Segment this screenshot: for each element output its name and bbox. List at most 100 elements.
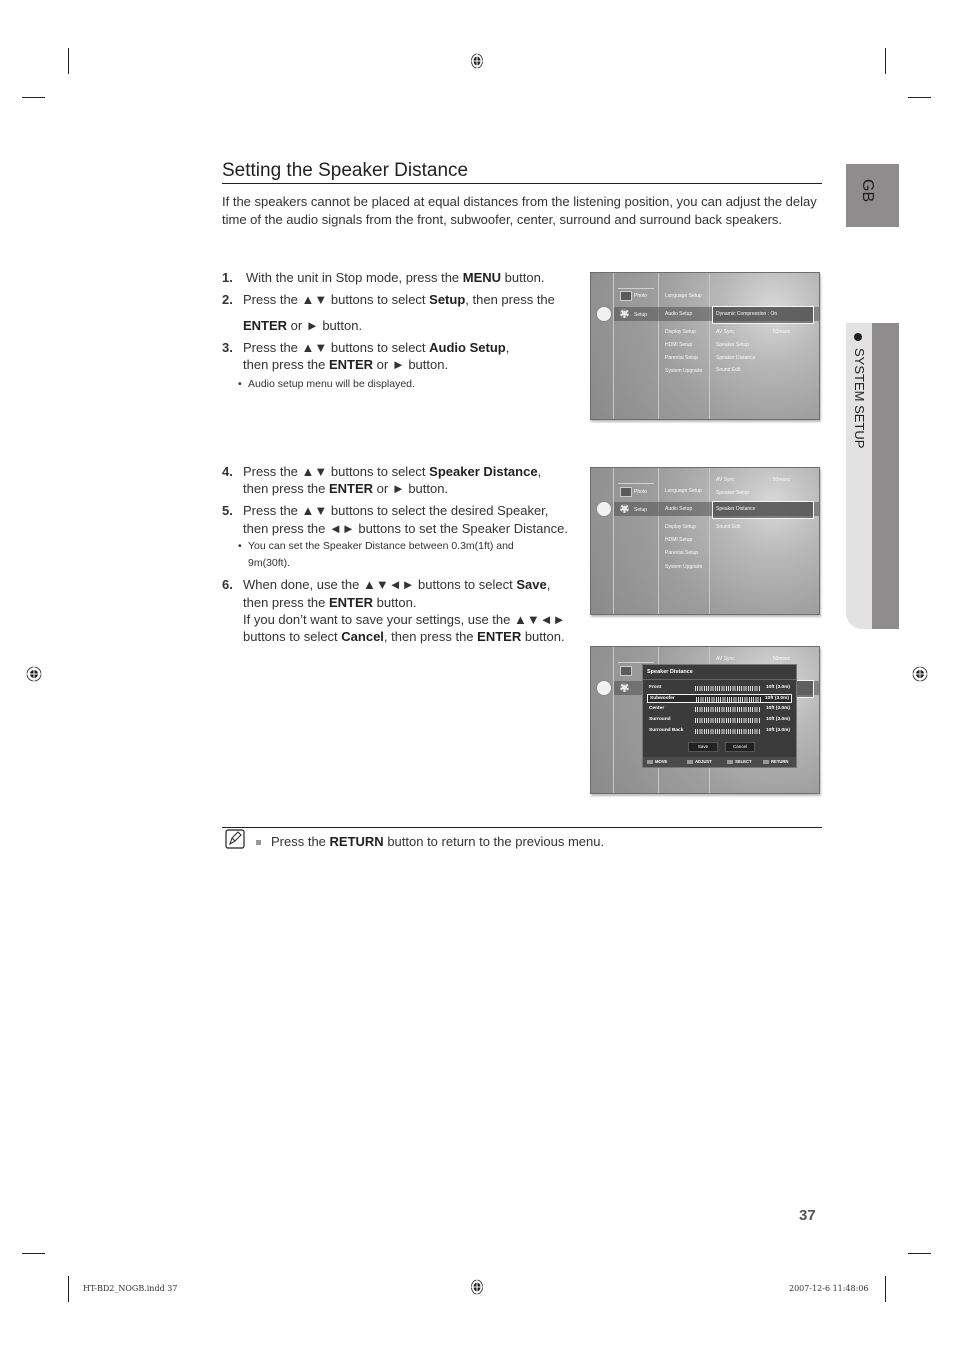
- speaker-label: Surround: [649, 717, 671, 722]
- step-text-line2: then press the ENTER button.: [243, 595, 417, 610]
- speaker-row-subwoofer[interactable]: Subwoofer 10ft (3.0m): [647, 694, 792, 703]
- menu-item-speaker-distance: Speaker Distance: [716, 355, 756, 361]
- setup-gear-icon: [620, 309, 629, 318]
- distance-value: 10ft (3.0m): [766, 728, 790, 733]
- step-text-line2: then press the ◄► buttons to set the Spe…: [243, 521, 568, 536]
- registration-mark-icon: [912, 666, 928, 682]
- menu-item-speaker-distance: Speaker Distance: [716, 506, 756, 512]
- disc-logo-icon: [596, 501, 612, 517]
- menu-item-hdmi-setup: HDMI Setup: [665, 342, 693, 348]
- step-number: 2.: [222, 292, 233, 307]
- menu-item-dynamic-compression: Dynamic Compression : On: [716, 311, 778, 317]
- step-3-bullet: • Audio setup menu will be displayed.: [238, 378, 415, 390]
- distance-value: 10ft (3.0m): [766, 717, 790, 722]
- dialog-footer: MOVE ADJUST SELECT RETURN: [643, 757, 796, 767]
- note-text: Press the RETURN button to return to the…: [256, 834, 604, 849]
- crop-mark: [22, 97, 45, 98]
- photo-icon: [620, 487, 632, 497]
- screenshot-audio-setup: Photo Setup Language Setup Audio Setup D…: [590, 272, 820, 420]
- photo-icon: [620, 291, 632, 301]
- step-text: Press the ▲▼ buttons to select Audio Set…: [243, 340, 510, 355]
- section-tab: SYSTEM SETUP: [846, 323, 899, 629]
- distance-slider[interactable]: [695, 707, 760, 712]
- distance-slider[interactable]: [695, 686, 760, 691]
- speaker-row-surround-back[interactable]: Surround Back 10ft (3.0m): [647, 727, 792, 736]
- note-bullet-icon: [256, 840, 261, 846]
- move-key-icon: [647, 759, 653, 764]
- menu-item-speaker-setup: Speaker Setup: [716, 342, 750, 348]
- dialog-title: Speaker Distance: [647, 669, 693, 675]
- section-tab-label: SYSTEM SETUP: [852, 333, 867, 448]
- av-sync-value: : 50msec: [770, 477, 791, 483]
- step-text: Press the ▲▼ buttons to select the desir…: [243, 503, 549, 518]
- distance-slider[interactable]: [695, 718, 760, 723]
- bullet-icon: [854, 333, 863, 341]
- disc-logo-icon: [596, 306, 612, 322]
- distance-slider[interactable]: [695, 729, 760, 734]
- step-text-line4: buttons to select Cancel, then press the…: [243, 629, 565, 644]
- speaker-row-front[interactable]: Front 10ft (3.0m): [647, 684, 792, 693]
- menu-item-audio-setup: Audio Setup: [665, 311, 693, 317]
- menu-item-language-setup: Language Setup: [665, 488, 702, 494]
- note-pencil-icon: [225, 829, 245, 849]
- crop-mark: [908, 97, 931, 98]
- distance-value: 10ft (3.0m): [765, 696, 789, 701]
- photo-icon: [620, 666, 632, 676]
- menu-item-sound-edit: Sound Edit: [716, 367, 741, 373]
- save-button[interactable]: Save: [688, 742, 718, 752]
- distance-slider[interactable]: [696, 697, 761, 702]
- distance-value: 10ft (3.0m): [766, 706, 790, 711]
- menu-item-parental-setup: Parental Setup: [665, 355, 699, 361]
- page-number: 37: [799, 1207, 816, 1224]
- menu-item-language-setup: Language Setup: [665, 293, 702, 299]
- menu-item-speaker-setup: Speaker Setup: [716, 490, 750, 496]
- column: [591, 468, 614, 614]
- step-number: 1.: [222, 270, 233, 285]
- menu-item-display-setup: Display Setup: [665, 524, 696, 530]
- step-text-line3: If you don’t want to save your settings,…: [243, 612, 566, 627]
- language-tab: GB: [846, 164, 899, 227]
- crop-mark: [885, 48, 886, 74]
- footer-hint-select: SELECT: [735, 759, 752, 764]
- slug-datetime: 2007-12-6 11:48:06: [789, 1284, 869, 1293]
- menu-item-av-sync: AV Sync: [716, 477, 735, 483]
- footer-hint-move: MOVE: [655, 759, 668, 764]
- menu-item-audio-setup: Audio Setup: [665, 506, 693, 512]
- speaker-row-surround[interactable]: Surround 10ft (3.0m): [647, 716, 792, 725]
- step-text-line2: then press the ENTER or ► button.: [243, 481, 449, 496]
- crop-mark: [885, 1276, 886, 1302]
- step-text: With the unit in Stop mode, press the ME…: [246, 270, 545, 285]
- screenshot-speaker-distance-menu: Photo Setup Language Setup Audio Setup D…: [590, 467, 820, 615]
- step-5-bullet: • You can set the Speaker Distance betwee…: [238, 540, 514, 569]
- menu-item-system-upgrade: System Upgrade: [665, 564, 703, 570]
- distance-value: 10ft (3.0m): [766, 685, 790, 690]
- column: [591, 647, 614, 793]
- intro-paragraph: If the speakers cannot be placed at equa…: [222, 194, 817, 227]
- speaker-distance-dialog: Speaker Distance Front 10ft (3.0m) Subwo…: [642, 664, 797, 768]
- speaker-row-center[interactable]: Center 10ft (3.0m): [647, 705, 792, 714]
- disc-logo-icon: [596, 680, 612, 696]
- note-divider: [222, 827, 822, 828]
- speaker-label: Center: [649, 706, 665, 711]
- step-text-line2: then press the ENTER or ► button.: [243, 357, 449, 372]
- crop-mark: [908, 1253, 931, 1254]
- title-divider: [222, 183, 822, 184]
- registration-mark-icon: [470, 53, 484, 69]
- footer-hint-adjust: ADJUST: [695, 759, 712, 764]
- adjust-key-icon: [687, 759, 693, 764]
- select-key-icon: [727, 759, 733, 764]
- return-key-icon: [763, 759, 769, 764]
- speaker-label: Subwoofer: [650, 696, 675, 701]
- step-text: Press the ▲▼ buttons to select Setup, th…: [243, 292, 555, 307]
- bullet-text: You can set the Speaker Distance between…: [248, 540, 514, 569]
- step-text-continued: ENTER or ► button.: [243, 318, 363, 333]
- crop-mark: [22, 1253, 45, 1254]
- step-number: 5.: [222, 503, 233, 518]
- cancel-button[interactable]: Cancel: [725, 742, 755, 752]
- crop-mark: [68, 1276, 69, 1302]
- bullet-text: Audio setup menu will be displayed.: [248, 378, 415, 390]
- menu-item-setup: Setup: [634, 312, 648, 318]
- av-sync-value: : 50msec: [770, 329, 791, 335]
- language-tab-label: GB: [859, 179, 876, 203]
- step-text: Press the ▲▼ buttons to select Speaker D…: [243, 464, 542, 479]
